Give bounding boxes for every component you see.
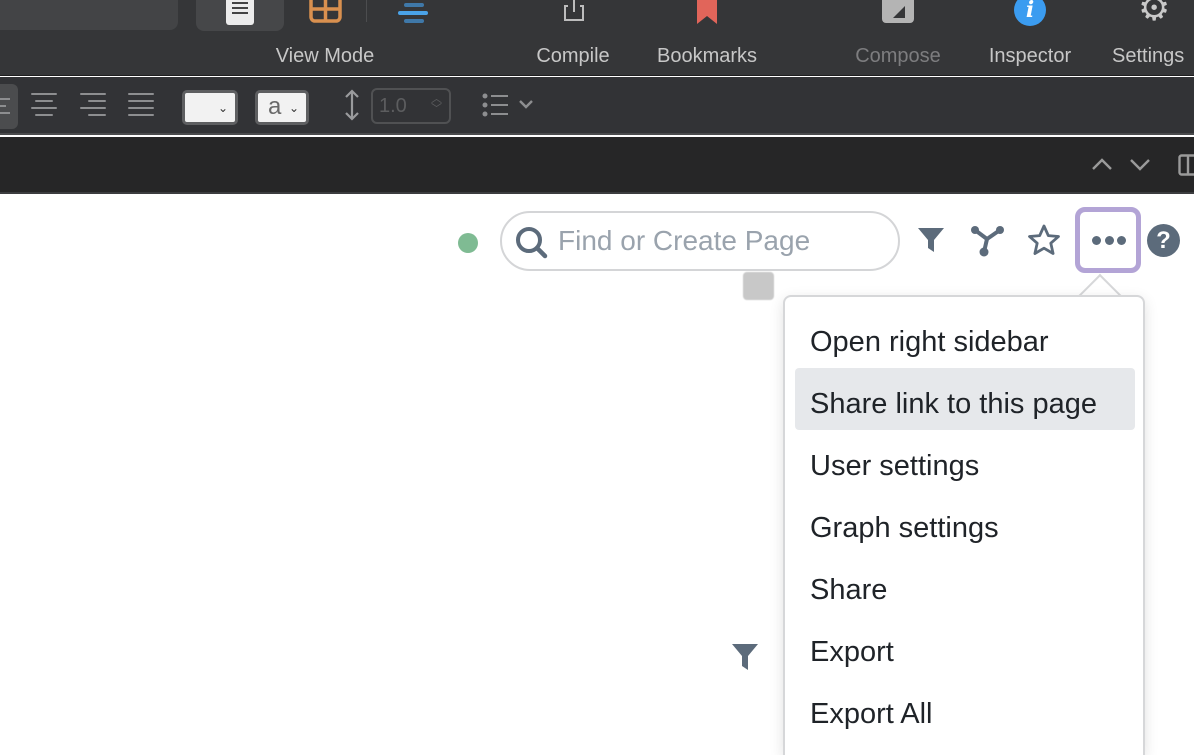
document-view-icon[interactable]	[226, 0, 254, 25]
menu-item-share[interactable]: Share	[795, 554, 1135, 616]
drag-handle-placeholder	[743, 272, 774, 300]
info-icon[interactable]: i	[1014, 0, 1046, 26]
menu-item-user-settings[interactable]: User settings	[795, 430, 1135, 492]
align-center-button[interactable]	[31, 91, 61, 117]
page-content: ? Open right sidebar Share link to this …	[0, 196, 1194, 738]
app-toolbar: View Mode Compile Bookmarks Compose i In…	[0, 0, 1194, 76]
text-style-popup[interactable]: ⌄	[182, 90, 238, 125]
view-mode-label: View Mode	[260, 45, 390, 68]
menu-item-export-all[interactable]: Export All	[795, 678, 1135, 740]
line-spacing-icon	[342, 89, 362, 121]
more-options-menu: Open right sidebar Share link to this pa…	[783, 295, 1145, 755]
line-spacing-value: 1.0	[379, 95, 407, 117]
align-justify-button[interactable]	[128, 91, 158, 117]
text-color-value: a	[268, 93, 281, 121]
corkboard-view-icon[interactable]	[309, 0, 343, 24]
search-box[interactable]	[500, 211, 900, 271]
menu-item-open-right-sidebar[interactable]: Open right sidebar	[795, 306, 1135, 368]
inspector-label[interactable]: Inspector	[974, 45, 1086, 68]
sync-status-dot	[458, 233, 478, 253]
split-view-icon[interactable]	[1178, 154, 1194, 176]
align-right-button[interactable]	[80, 91, 110, 117]
more-icon	[1092, 236, 1101, 245]
graph-icon[interactable]	[970, 224, 1006, 258]
help-icon[interactable]: ?	[1147, 224, 1180, 257]
compose-label: Compose	[842, 45, 954, 68]
search-icon	[514, 225, 550, 261]
find-bar	[0, 137, 1194, 194]
bookmarks-label[interactable]: Bookmarks	[645, 45, 769, 68]
menu-item-graph-settings[interactable]: Graph settings	[795, 492, 1135, 554]
chevron-down-icon[interactable]	[518, 99, 534, 109]
search-input[interactable]	[558, 223, 878, 259]
chevron-up-icon[interactable]	[1091, 157, 1113, 171]
toolbar-divider	[366, 0, 367, 22]
menu-item-export[interactable]: Export	[795, 616, 1135, 678]
settings-label[interactable]: Settings	[1112, 45, 1194, 68]
menu-item-share-link[interactable]: Share link to this page	[795, 368, 1135, 430]
filter-icon[interactable]	[731, 642, 759, 672]
chevron-down-icon: ⌄	[289, 101, 299, 115]
filter-icon[interactable]	[917, 226, 945, 254]
gear-icon[interactable]: ⚙	[1138, 0, 1170, 28]
chevron-down-icon[interactable]	[1129, 158, 1151, 172]
compile-share-icon[interactable]	[560, 0, 588, 24]
compose-icon	[881, 0, 915, 24]
format-bar: ⌄ a ⌄ 1.0 ︿﹀	[0, 77, 1194, 135]
outline-view-icon[interactable]	[396, 0, 430, 26]
stepper-arrows-icon[interactable]: ︿﹀	[431, 94, 442, 114]
line-spacing-stepper[interactable]: 1.0 ︿﹀	[371, 88, 451, 124]
chevron-down-icon: ⌄	[218, 101, 228, 115]
bookmark-icon[interactable]	[695, 0, 719, 26]
document-title-field[interactable]	[0, 0, 178, 30]
list-style-icon[interactable]	[482, 93, 510, 117]
compile-label[interactable]: Compile	[525, 45, 621, 68]
text-color-popup[interactable]: a ⌄	[255, 90, 309, 125]
align-left-button[interactable]	[0, 84, 18, 129]
star-icon[interactable]	[1027, 224, 1061, 256]
more-options-button[interactable]	[1075, 207, 1141, 273]
